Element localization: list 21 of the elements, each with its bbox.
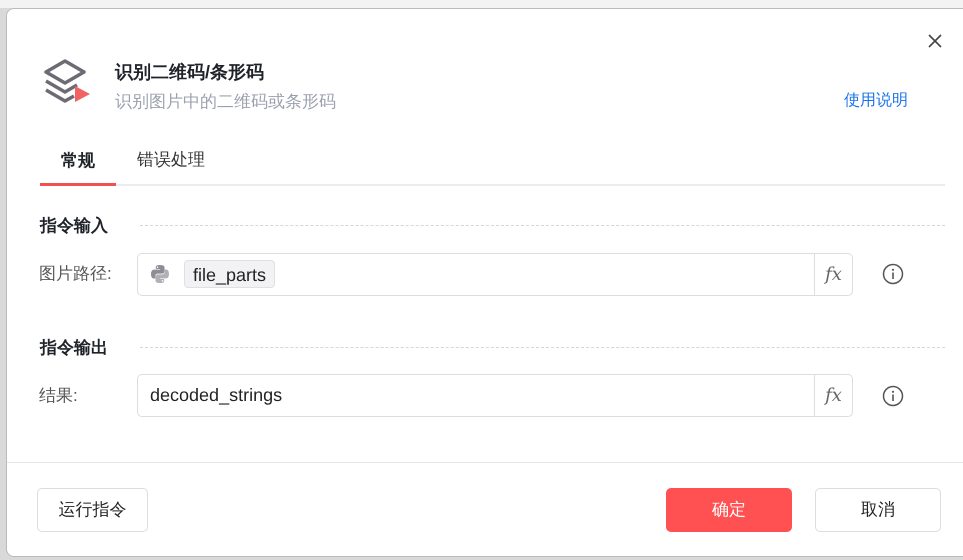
field-label: 结果: <box>39 384 79 407</box>
help-link[interactable]: 使用说明 <box>844 89 908 113</box>
field-label: 图片路径: <box>39 263 113 286</box>
run-button[interactable]: 运行指令 <box>37 488 148 532</box>
input-field[interactable]: file_parts 𝑓x <box>137 252 853 296</box>
field-value: decoded_strings <box>150 384 282 407</box>
info-icon[interactable] <box>882 263 904 285</box>
dialog-title: 识别二维码/条形码 <box>115 61 266 84</box>
python-icon <box>150 264 170 284</box>
formula-button[interactable]: 𝑓x <box>814 254 852 294</box>
close-icon[interactable] <box>927 33 943 49</box>
cancel-button[interactable]: 取消 <box>815 488 941 532</box>
info-icon[interactable] <box>882 384 904 406</box>
section-heading: 指令输入 <box>40 215 108 237</box>
dialog-subtitle: 识别图片中的二维码或条形码 <box>115 91 336 113</box>
tab[interactable]: 常规 <box>40 144 116 186</box>
input-field[interactable]: decoded_strings 𝑓x <box>137 374 853 417</box>
section-heading: 指令输出 <box>40 336 108 358</box>
tab[interactable]: 错误处理 <box>116 144 226 184</box>
variable-chip: file_parts <box>184 260 276 288</box>
formula-button[interactable]: 𝑓x <box>814 375 852 416</box>
